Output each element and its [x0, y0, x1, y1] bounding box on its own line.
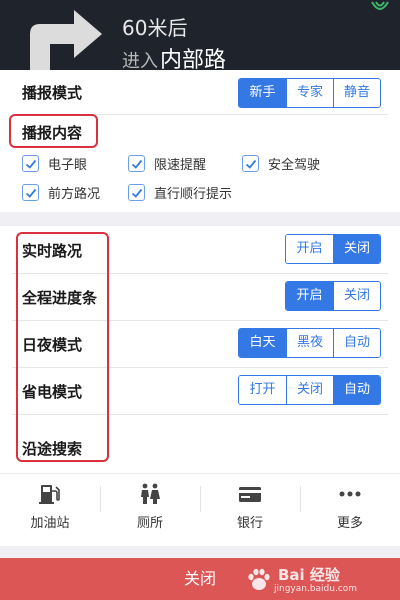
annotation-box	[16, 232, 109, 462]
turn-right-arrow-icon	[30, 10, 102, 70]
auto-mode-option[interactable]: 自动	[333, 329, 380, 357]
broadcast-mode-label: 播报模式	[22, 84, 83, 102]
checkbox-label: 前方路况	[48, 187, 101, 202]
category-label: 银行	[236, 516, 263, 531]
gps-signal-icon	[371, 1, 389, 10]
nav-road-text: 内部路	[160, 48, 227, 70]
navigation-banner: 60米后 进入内部路	[0, 0, 400, 70]
checkbox-checked-icon	[22, 184, 39, 201]
checkbox-speed-limit[interactable]: 限速提醒	[128, 154, 206, 173]
more-dots-icon	[339, 491, 361, 497]
checkbox-label: 安全驾驶	[268, 158, 321, 173]
checkbox-checked-icon	[22, 155, 39, 172]
annotation-box	[9, 114, 98, 148]
category-restroom[interactable]: 厕所	[100, 474, 200, 547]
baidu-jingyan-watermark: Bai 经验 jingyan.baidu.com	[244, 564, 374, 598]
checkbox-safe-driving[interactable]: 安全驾驶	[242, 154, 320, 173]
day-mode-option[interactable]: 白天	[239, 329, 286, 357]
broadcast-mode-novice[interactable]: 新手	[239, 79, 286, 107]
checkbox-label: 直行顺行提示	[154, 187, 233, 202]
realtime-traffic-on[interactable]: 开启	[286, 235, 333, 263]
progress-bar-off[interactable]: 关闭	[333, 282, 380, 310]
nav-distance: 60米后	[122, 16, 188, 40]
bank-card-icon	[239, 487, 261, 502]
restroom-icon	[141, 483, 160, 504]
realtime-traffic-toggle: 开启 关闭	[285, 234, 381, 264]
checkbox-checked-icon	[128, 184, 145, 201]
baidu-paw-icon	[248, 568, 270, 590]
category-bank[interactable]: 银行	[200, 474, 300, 547]
day-night-selector: 白天 黑夜 自动	[238, 328, 381, 358]
power-saving-on[interactable]: 打开	[239, 376, 286, 404]
broadcast-mode-expert[interactable]: 专家	[286, 79, 333, 107]
checkbox-road-ahead[interactable]: 前方路况	[22, 183, 100, 202]
nav-road-name: 进入内部路	[122, 42, 226, 70]
category-label: 厕所	[136, 516, 163, 531]
broadcast-mode-mute[interactable]: 静音	[333, 79, 380, 107]
category-more[interactable]: 更多	[300, 474, 400, 547]
category-gas-station[interactable]: 加油站	[0, 474, 100, 547]
power-saving-auto[interactable]: 自动	[333, 376, 380, 404]
checkbox-checked-icon	[242, 155, 259, 172]
checkbox-straight-hint[interactable]: 直行顺行提示	[128, 183, 232, 202]
checkbox-checked-icon	[128, 155, 145, 172]
power-saving-selector: 打开 关闭 自动	[238, 375, 381, 405]
checkbox-label: 限速提醒	[154, 158, 207, 173]
category-label: 加油站	[30, 516, 70, 531]
progress-bar-toggle: 开启 关闭	[285, 281, 381, 311]
progress-bar-on[interactable]: 开启	[286, 282, 333, 310]
watermark-text: Bai 经验	[278, 566, 340, 584]
broadcast-mode-selector: 新手 专家 静音	[238, 78, 381, 108]
realtime-traffic-off[interactable]: 关闭	[333, 235, 380, 263]
gas-station-icon	[39, 485, 60, 504]
checkbox-label: 电子眼	[48, 158, 88, 173]
watermark-url: jingyan.baidu.com	[274, 584, 358, 594]
night-mode-option[interactable]: 黑夜	[286, 329, 333, 357]
nav-enter-text: 进入	[122, 51, 158, 70]
power-saving-off[interactable]: 关闭	[286, 376, 333, 404]
along-route-categories: 加油站 厕所 银行 更多	[0, 473, 400, 546]
category-label: 更多	[336, 516, 363, 531]
checkbox-speed-camera[interactable]: 电子眼	[22, 154, 87, 173]
